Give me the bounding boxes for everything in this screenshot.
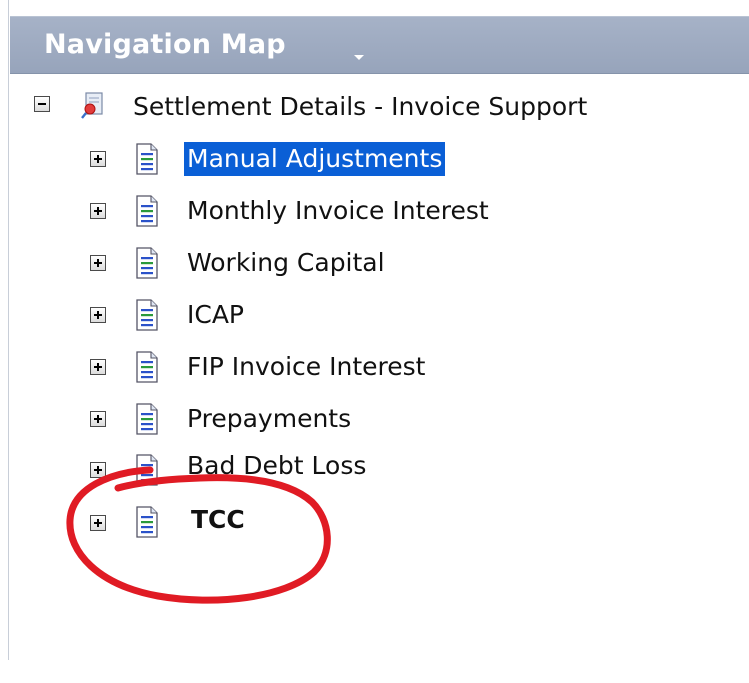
red-circle-annotation: [66, 466, 331, 604]
navigation-map-panel: Navigation Map Settlement Details - Invo…: [0, 0, 749, 683]
